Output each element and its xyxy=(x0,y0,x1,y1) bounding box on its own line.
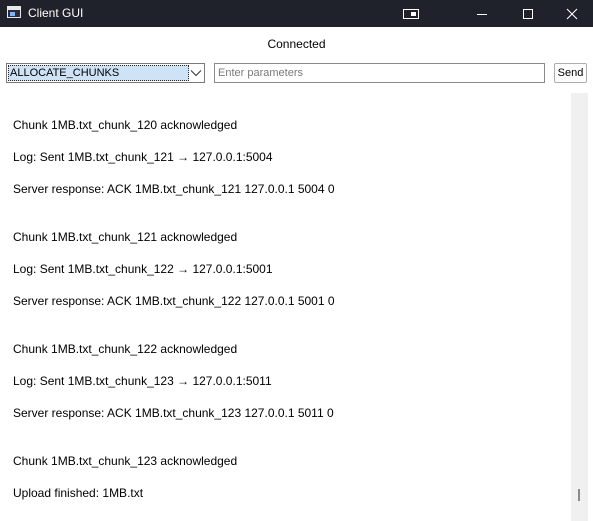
log-line: Log: Sent 1MB.txt_chunk_123 → 127.0.0.1:… xyxy=(13,374,272,388)
maximize-button[interactable] xyxy=(505,0,551,27)
log-line: Server response: ACK 1MB.txt_chunk_121 1… xyxy=(13,182,335,196)
connection-status: Connected xyxy=(267,37,326,51)
vertical-scrollbar[interactable] xyxy=(571,93,588,521)
command-select[interactable]: ALLOCATE_CHUNKS xyxy=(6,63,205,83)
log-output[interactable]: Chunk 1MB.txt_chunk_120 acknowledged Log… xyxy=(0,93,570,521)
send-button[interactable]: Send xyxy=(554,63,587,83)
log-line: Log: Sent 1MB.txt_chunk_122 → 127.0.0.1:… xyxy=(13,262,273,276)
log-line: Chunk 1MB.txt_chunk_123 acknowledged xyxy=(13,454,238,468)
close-button[interactable] xyxy=(549,0,593,27)
parameters-input[interactable] xyxy=(214,63,545,83)
log-line: Chunk 1MB.txt_chunk_122 acknowledged xyxy=(13,342,238,356)
window-app-icon xyxy=(7,6,21,18)
chevron-down-icon xyxy=(190,70,202,77)
client-gui-window: Client GUI Connected ALLOCATE_CHUNKS Ent… xyxy=(0,0,593,521)
minimize-button[interactable] xyxy=(459,0,505,27)
log-line: Server response: ACK 1MB.txt_chunk_123 1… xyxy=(13,406,334,420)
log-line: Upload finished: 1MB.txt xyxy=(13,486,144,500)
log-line: Chunk 1MB.txt_chunk_121 acknowledged xyxy=(13,230,238,244)
command-select-value: ALLOCATE_CHUNKS xyxy=(8,65,189,81)
title-bar[interactable]: Client GUI xyxy=(0,0,593,27)
scrollbar-thumb[interactable] xyxy=(578,489,580,501)
window-title: Client GUI xyxy=(28,6,84,20)
log-line: Chunk 1MB.txt_chunk_120 acknowledged xyxy=(13,118,238,132)
minimize-icon xyxy=(477,13,487,15)
maximize-icon xyxy=(523,8,533,19)
log-line: Server response: ACK 1MB.txt_chunk_122 1… xyxy=(13,294,335,308)
media-icon[interactable] xyxy=(388,0,434,27)
log-line: Log: Sent 1MB.txt_chunk_121 → 127.0.0.1:… xyxy=(13,150,273,164)
close-icon xyxy=(566,8,578,19)
